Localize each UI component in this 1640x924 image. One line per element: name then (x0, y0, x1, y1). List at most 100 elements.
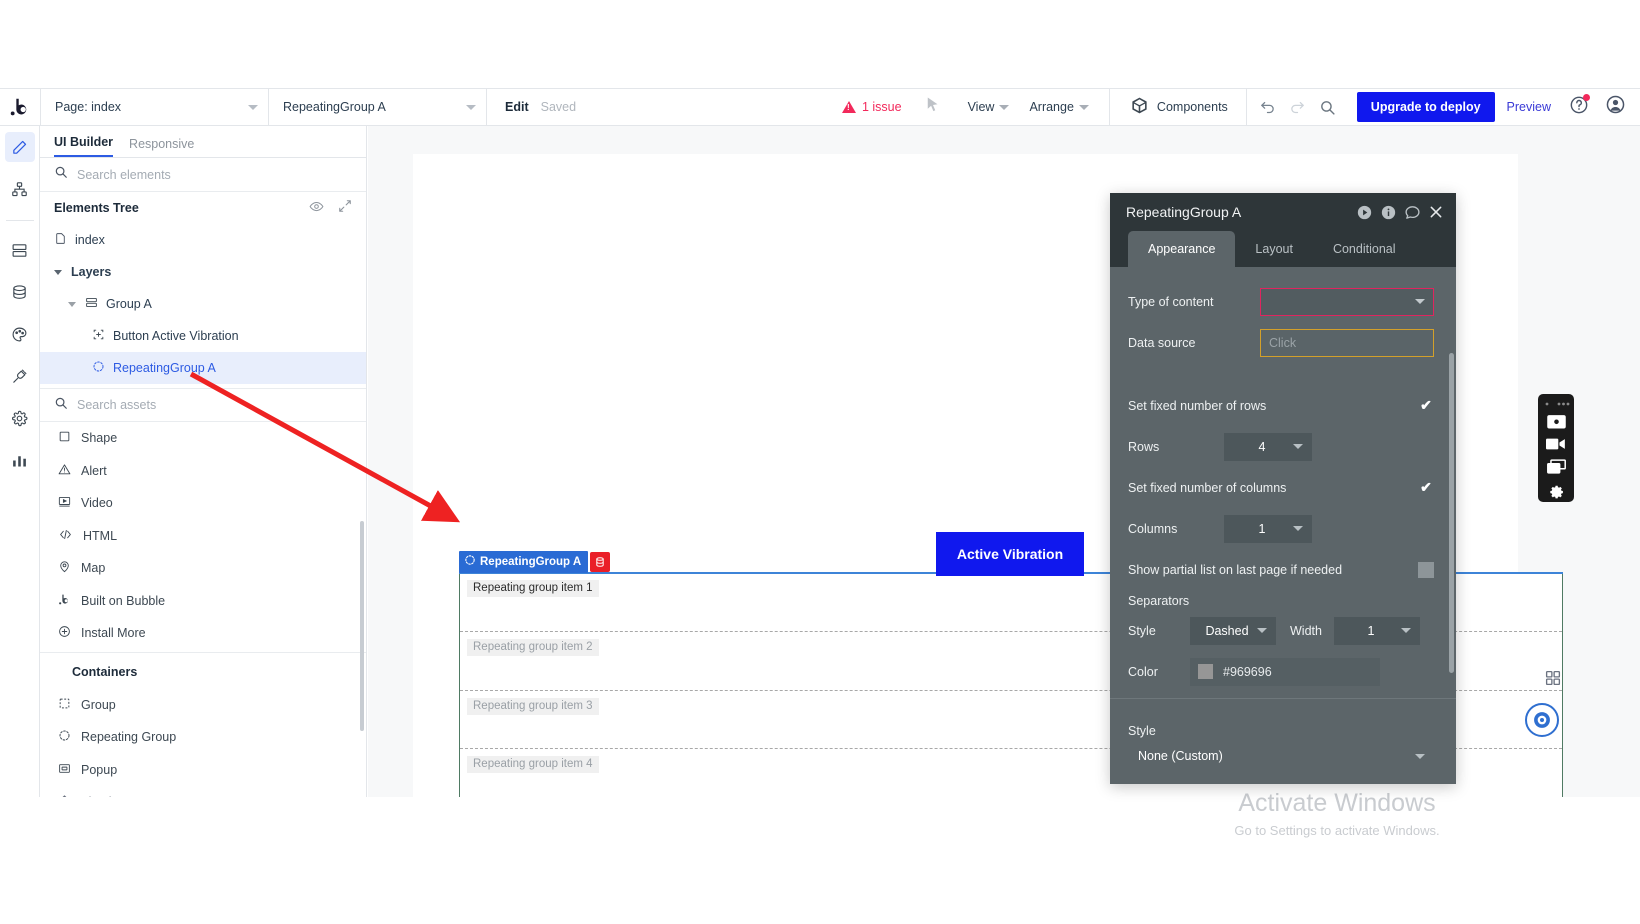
window-capture-icon[interactable] (1543, 456, 1569, 478)
tab-conditional[interactable]: Conditional (1313, 231, 1416, 267)
help-icon[interactable] (1569, 95, 1589, 120)
page-selector[interactable]: Page: index (40, 89, 268, 126)
tab-layout[interactable]: Layout (1235, 231, 1313, 267)
asset-item-built-on-bubble[interactable]: Built on Bubble (40, 585, 366, 618)
preview-button[interactable]: Preview (1507, 100, 1551, 114)
rows-dropdown[interactable]: 4 (1224, 433, 1312, 461)
repeating-group-badge-label[interactable]: RepeatingGroup A (459, 551, 588, 573)
containers-section-header[interactable]: Containers (40, 655, 366, 689)
element-style-dropdown[interactable]: None (Custom) (1128, 742, 1434, 770)
eye-icon[interactable] (309, 199, 324, 217)
color-swatch[interactable] (1198, 664, 1213, 679)
separator-color-field[interactable]: #969696 (1190, 658, 1380, 686)
property-panel-scrollbar[interactable] (1449, 353, 1454, 673)
chat-support-icon[interactable] (1525, 703, 1559, 737)
gear-icon[interactable] (1543, 479, 1569, 501)
row-show-partial-list[interactable]: Show partial list on last page if needed (1110, 549, 1456, 590)
asset-item-shape[interactable]: Shape (40, 422, 366, 455)
screen-recorder-toolbar[interactable] (1538, 394, 1574, 502)
rail-item-settings[interactable] (5, 403, 35, 433)
expand-icon[interactable] (338, 199, 352, 217)
tab-ui-builder[interactable]: UI Builder (54, 135, 113, 157)
property-editor-panel[interactable]: RepeatingGroup A Appearance (1110, 193, 1456, 784)
rail-item-styles[interactable] (5, 319, 35, 349)
view-menu[interactable]: View (968, 100, 1010, 114)
set-fixed-columns-checkbox[interactable]: ✔ (1418, 480, 1434, 496)
undo-icon[interactable] (1255, 94, 1281, 120)
tree-item-layers[interactable]: Layers (40, 256, 366, 288)
row-separator-style: Style Dashed Width 1 (1110, 610, 1456, 651)
arrange-menu[interactable]: Arrange (1029, 100, 1088, 114)
twisty-icon[interactable] (54, 270, 62, 275)
search-assets-input[interactable] (77, 398, 352, 412)
type-of-content-dropdown[interactable] (1260, 288, 1434, 316)
show-partial-list-checkbox[interactable] (1418, 562, 1434, 578)
plus-circle-icon (58, 625, 71, 641)
container-item-popup[interactable]: Popup (40, 754, 366, 787)
asset-item-alert[interactable]: Alert (40, 455, 366, 488)
data-source-field[interactable]: Click (1260, 329, 1434, 357)
rail-item-design[interactable] (5, 132, 35, 162)
tree-item-label: Group A (106, 297, 152, 311)
search-elements-input[interactable] (77, 168, 352, 182)
components-label: Components (1157, 100, 1228, 114)
upgrade-to-deploy-button[interactable]: Upgrade to deploy (1357, 92, 1495, 122)
asset-item-map[interactable]: Map (40, 552, 366, 585)
cursor-icon[interactable] (924, 96, 942, 119)
rail-item-database[interactable] (5, 277, 35, 307)
element-style-value: None (Custom) (1138, 749, 1223, 763)
preview-play-icon[interactable] (1356, 204, 1373, 221)
container-item-floating-group[interactable]: Floating Group (40, 786, 366, 797)
close-icon[interactable] (1428, 204, 1444, 220)
camera-icon[interactable] (1543, 410, 1569, 432)
chevron-down-icon (1293, 444, 1303, 449)
container-label: Floating Group (81, 795, 164, 797)
tab-responsive[interactable]: Responsive (129, 137, 194, 157)
left-panel-scrollbar[interactable] (360, 521, 364, 731)
arrange-menu-label: Arrange (1029, 100, 1073, 114)
tree-item-group-a[interactable]: Group A (40, 288, 366, 320)
bubble-logo-icon[interactable] (0, 89, 40, 126)
bubble-b-icon (58, 593, 71, 609)
container-item-repeating-group[interactable]: Repeating Group (40, 721, 366, 754)
asset-label: Install More (81, 626, 146, 640)
redo-icon[interactable] (1285, 94, 1311, 120)
database-icon[interactable] (590, 552, 610, 572)
element-selector[interactable]: RepeatingGroup A (268, 89, 486, 126)
info-icon[interactable] (1380, 204, 1397, 221)
asset-item-video[interactable]: Video (40, 487, 366, 520)
container-item-group[interactable]: Group (40, 689, 366, 722)
tree-item-label: RepeatingGroup A (113, 361, 216, 375)
canvas-button-active-vibration[interactable]: Active Vibration (936, 532, 1084, 576)
separator-style-dropdown[interactable]: Dashed (1190, 617, 1276, 645)
row-set-fixed-rows[interactable]: Set fixed number of rows ✔ (1110, 385, 1456, 426)
repeating-group-name-badge[interactable]: RepeatingGroup A (459, 551, 610, 573)
separator-width-dropdown[interactable]: 1 (1334, 617, 1420, 645)
video-camera-icon[interactable] (1543, 433, 1569, 455)
set-fixed-rows-checkbox[interactable]: ✔ (1418, 398, 1434, 414)
asset-item-install-more[interactable]: Install More (40, 617, 366, 650)
tree-item-button-active-vibration[interactable]: Button Active Vibration (40, 320, 366, 352)
edit-mode-label[interactable]: Edit (487, 100, 541, 114)
rail-item-plugins[interactable] (5, 361, 35, 391)
asset-item-html[interactable]: HTML (40, 520, 366, 553)
rail-item-logs[interactable] (5, 445, 35, 475)
components-button[interactable]: Components (1110, 96, 1228, 118)
avatar-icon[interactable] (1605, 94, 1626, 120)
tree-item-index[interactable]: index (40, 224, 366, 256)
cell-label: Repeating group item 2 (467, 639, 599, 656)
tree-item-repeatinggroup-a[interactable]: RepeatingGroup A (40, 352, 366, 384)
search-icon[interactable] (1315, 94, 1341, 120)
tab-appearance[interactable]: Appearance (1128, 231, 1235, 267)
twisty-icon[interactable] (68, 302, 76, 307)
data-source-placeholder: Click (1269, 336, 1296, 350)
comment-icon[interactable] (1404, 204, 1421, 221)
row-set-fixed-columns[interactable]: Set fixed number of columns ✔ (1110, 467, 1456, 508)
columns-dropdown[interactable]: 1 (1224, 515, 1312, 543)
issue-indicator[interactable]: 1 issue (842, 100, 902, 114)
rail-item-layers[interactable] (5, 235, 35, 265)
recorder-drag-handle[interactable] (1541, 398, 1571, 410)
cell-label: Repeating group item 3 (467, 698, 599, 715)
rail-item-workflow[interactable] (5, 174, 35, 204)
grid-apps-icon[interactable] (1538, 663, 1568, 693)
